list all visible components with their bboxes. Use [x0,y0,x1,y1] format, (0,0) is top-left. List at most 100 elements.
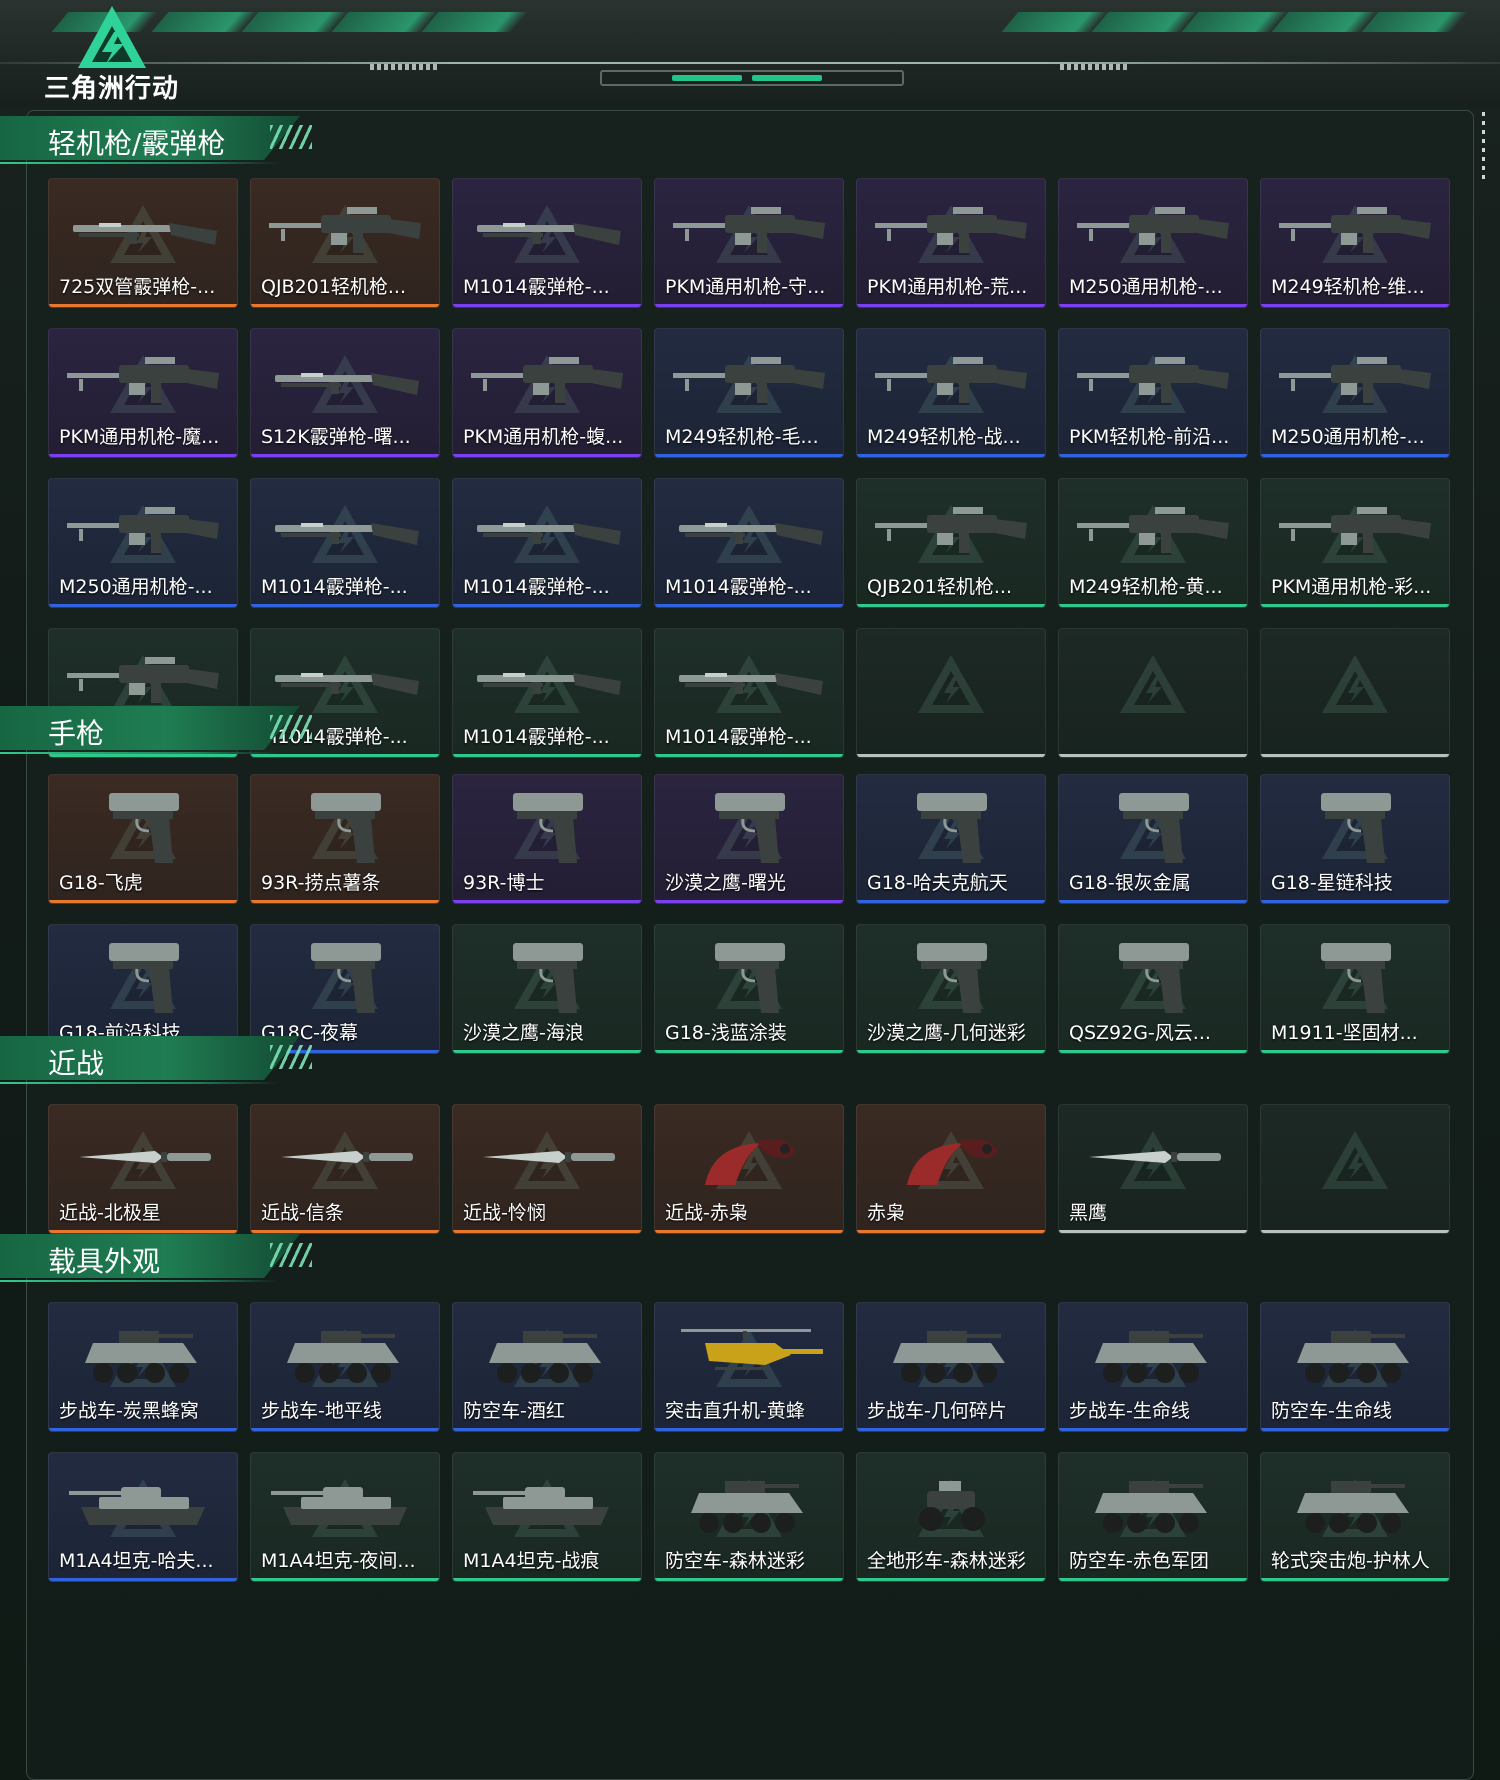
skin-card[interactable]: M249轻机枪-战... [856,328,1046,458]
section-title: 近战 [48,1047,105,1080]
rarity-bar [1261,454,1449,457]
skin-card[interactable]: 黑鹰 [1058,1104,1248,1234]
skin-card[interactable]: PKM轻机枪-前沿... [1058,328,1248,458]
skin-card[interactable]: G18-银灰金属 [1058,774,1248,904]
skin-card[interactable]: 近战-北极星 [48,1104,238,1234]
skin-card[interactable]: 725双管霰弹枪-... [48,178,238,308]
shotgun-icon [463,189,631,273]
skin-name: M250通用机枪-... [59,576,213,598]
rarity-bar [1059,1428,1247,1431]
rarity-bar [655,1230,843,1233]
skin-card[interactable]: 步战车-生命线 [1058,1302,1248,1432]
skin-card[interactable]: 防空车-森林迷彩 [654,1452,844,1582]
rarity-bar [453,1578,641,1581]
tank-icon [261,1463,429,1547]
skin-card[interactable]: PKM通用机枪-魔... [48,328,238,458]
section-title: 手枪 [48,717,105,750]
logo-text: 三角洲行动 [44,74,180,104]
skin-card[interactable]: PKM通用机枪-荒... [856,178,1046,308]
skin-card[interactable]: M249轻机枪-毛... [654,328,844,458]
skin-card[interactable]: M1014霰弹枪-... [654,628,844,758]
rarity-bar [655,604,843,607]
rarity-bar [453,1230,641,1233]
skin-card[interactable]: G18-浅蓝涂装 [654,924,844,1054]
skin-card[interactable]: 步战车-地平线 [250,1302,440,1432]
machine-gun-icon [867,339,1035,423]
skin-card[interactable]: QJB201轻机枪... [250,178,440,308]
pistol-icon [261,785,429,869]
skin-card[interactable]: 近战-赤枭 [654,1104,844,1234]
skin-card[interactable]: 轮式突击炮-护林人 [1260,1452,1450,1582]
skin-card[interactable]: M250通用机枪-... [48,478,238,608]
skin-card[interactable]: 防空车-生命线 [1260,1302,1450,1432]
skin-card[interactable]: 近战-信条 [250,1104,440,1234]
skin-card[interactable]: M250通用机枪-... [1260,328,1450,458]
skin-card[interactable]: 全地形车-森林迷彩 [856,1452,1046,1582]
skin-card[interactable]: M1014霰弹枪-... [452,628,642,758]
skin-name: 防空车-赤色军团 [1069,1550,1209,1572]
scrollbar-indicator[interactable] [1482,112,1485,182]
skin-name: 93R-博士 [463,872,545,894]
skin-card[interactable]: 93R-捞点薯条 [250,774,440,904]
skin-card[interactable]: S12K霰弹枪-曙... [250,328,440,458]
skin-name: M249轻机枪-毛... [665,426,819,448]
rarity-bar [453,900,641,903]
skin-card[interactable]: 93R-博士 [452,774,642,904]
header-stripe [1361,12,1469,32]
skin-card[interactable]: M1014霰弹枪-... [250,478,440,608]
section-header: 手枪 [0,700,340,760]
skin-card[interactable]: M1A4坦克-哈夫... [48,1452,238,1582]
skin-name: PKM通用机枪-守... [665,276,826,298]
skin-card[interactable]: M1014霰弹枪-... [452,478,642,608]
skin-card[interactable]: G18-飞虎 [48,774,238,904]
skin-name: 黑鹰 [1069,1202,1108,1224]
pistol-icon [463,785,631,869]
skin-card[interactable]: 沙漠之鹰-海浪 [452,924,642,1054]
skin-card[interactable]: 沙漠之鹰-曙光 [654,774,844,904]
skin-card[interactable]: M249轻机枪-黄... [1058,478,1248,608]
section-header-bg [0,706,300,750]
rarity-bar [453,304,641,307]
skin-name: 突击直升机-黄蜂 [665,1400,805,1422]
skin-card[interactable]: 步战车-炭黑蜂窝 [48,1302,238,1432]
skin-card[interactable]: 沙漠之鹰-几何迷彩 [856,924,1046,1054]
skin-card[interactable]: M249轻机枪-维... [1260,178,1450,308]
empty-skin-slot [856,628,1046,758]
skin-card[interactable]: M1A4坦克-夜间... [250,1452,440,1582]
skin-card[interactable]: 赤枭 [856,1104,1046,1234]
skin-card[interactable]: M1014霰弹枪-... [452,178,642,308]
skin-card[interactable]: PKM通用机枪-守... [654,178,844,308]
skin-card[interactable]: 防空车-赤色军团 [1058,1452,1248,1582]
skin-name: M1014霰弹枪-... [665,576,812,598]
header-stripe [421,12,529,32]
skin-card[interactable]: QSZ92G-风云... [1058,924,1248,1054]
skin-card[interactable]: G18-哈夫克航天 [856,774,1046,904]
skin-card[interactable]: 近战-怜悯 [452,1104,642,1234]
apc-icon [1069,1313,1237,1397]
skin-card[interactable]: G18-星链科技 [1260,774,1450,904]
machine-gun-icon [59,489,227,573]
empty-slot-icon [1069,639,1237,723]
skin-card[interactable]: QJB201轻机枪... [856,478,1046,608]
skin-card[interactable]: PKM通用机枪-彩... [1260,478,1450,608]
skin-card[interactable]: M1911-坚固材... [1260,924,1450,1054]
skin-card[interactable]: PKM通用机枪-蝮... [452,328,642,458]
skin-name: M249轻机枪-维... [1271,276,1425,298]
skin-name: M250通用机枪-... [1069,276,1223,298]
skin-card[interactable]: M1A4坦克-战痕 [452,1452,642,1582]
tank-icon [463,1463,631,1547]
skin-name: 步战车-几何碎片 [867,1400,1007,1422]
skin-name: 沙漠之鹰-海浪 [463,1022,584,1044]
rarity-bar [453,604,641,607]
skin-card[interactable]: M1014霰弹枪-... [654,478,844,608]
skin-card[interactable]: 突击直升机-黄蜂 [654,1302,844,1432]
skin-card[interactable]: M250通用机枪-... [1058,178,1248,308]
skin-card[interactable]: 防空车-酒红 [452,1302,642,1432]
rarity-bar [453,1428,641,1431]
skin-name: 725双管霰弹枪-... [59,276,216,298]
skin-name: 沙漠之鹰-几何迷彩 [867,1022,1026,1044]
skin-card[interactable]: 步战车-几何碎片 [856,1302,1046,1432]
pistol-icon [867,785,1035,869]
rarity-bar [49,304,237,307]
rarity-bar [857,304,1045,307]
